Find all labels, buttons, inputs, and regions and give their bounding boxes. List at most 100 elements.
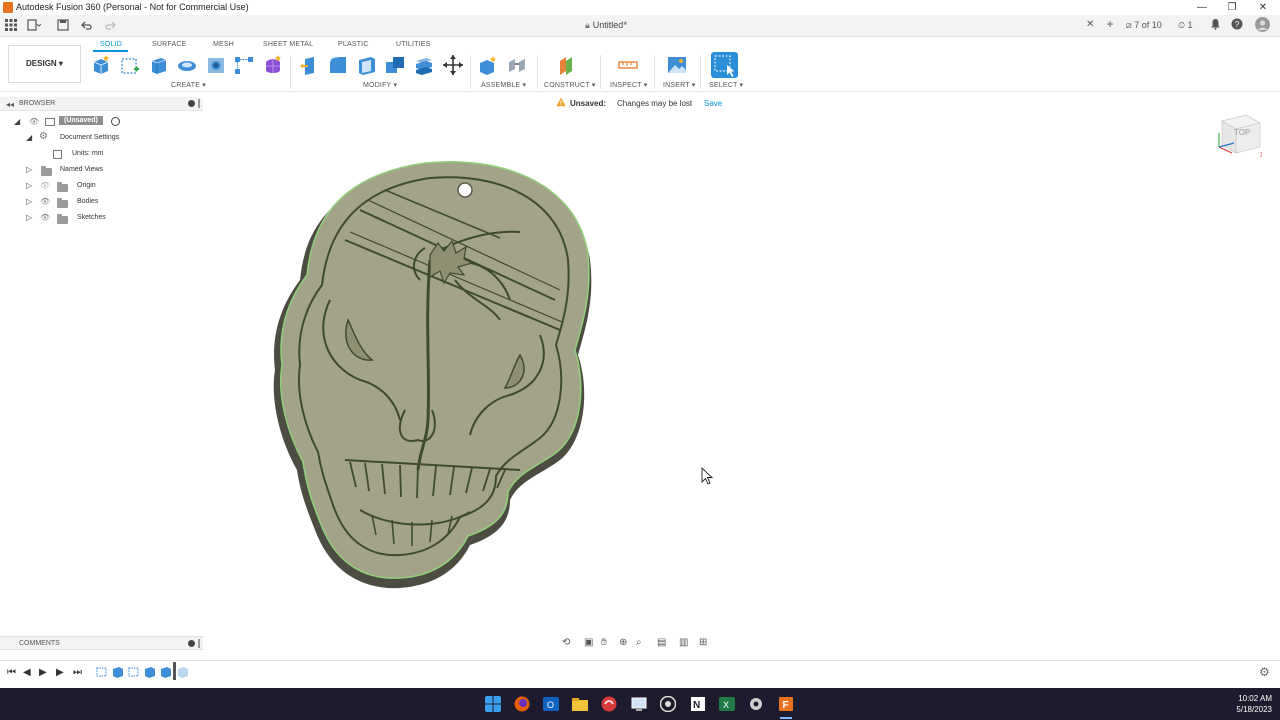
insert-image-icon[interactable] — [666, 54, 688, 76]
help-icon[interactable]: ? — [1231, 18, 1243, 32]
close-tab-icon[interactable]: ✕ — [1086, 19, 1094, 30]
timeline-start-icon[interactable]: ⏮︎ — [7, 667, 16, 678]
notepad-icon[interactable]: N — [690, 696, 706, 712]
expand-triangle-icon[interactable]: ◢ — [14, 118, 22, 126]
timeline-end-icon[interactable]: ⏭︎ — [73, 667, 82, 678]
expand-triangle-icon[interactable]: ◢ — [26, 134, 34, 142]
save-icon[interactable] — [56, 19, 70, 33]
timeline-settings-gear-icon[interactable]: ⚙ — [1259, 665, 1270, 679]
viewports-icon[interactable]: ⊞ — [699, 637, 707, 648]
app-red-circle-icon[interactable] — [601, 696, 617, 712]
hidden-eye-icon[interactable]: 👁︎ — [40, 182, 50, 190]
extrude-icon[interactable] — [147, 54, 169, 76]
pan-hand-icon[interactable]: ✋︎ — [601, 637, 607, 648]
tab-plastic[interactable]: PLASTIC — [338, 41, 369, 48]
remote-desktop-icon[interactable] — [631, 696, 647, 712]
view-cube[interactable]: X TOP — [1216, 113, 1265, 159]
document-tab[interactable]: 🔒︎ Untitled* — [585, 20, 627, 31]
canvas-viewport[interactable] — [204, 112, 1280, 632]
move-copy-icon[interactable] — [442, 54, 464, 76]
grid-settings-icon[interactable]: ▥ — [679, 637, 688, 648]
timeline-marker[interactable] — [173, 662, 176, 680]
joint-icon[interactable] — [506, 54, 528, 76]
orbit-icon[interactable]: ⟲ — [562, 637, 570, 648]
browser-pin-icon[interactable] — [188, 100, 195, 107]
visibility-eye-icon[interactable]: 👁︎ — [40, 214, 50, 222]
combine-icon[interactable] — [384, 54, 406, 76]
browser-item-named-views[interactable]: ▷ Named Views — [0, 163, 203, 177]
system-clock[interactable]: 10:02 AM 5/18/2023 — [1236, 693, 1272, 715]
maximize-button[interactable]: ❐ — [1217, 0, 1247, 15]
shell-icon[interactable] — [356, 54, 378, 76]
browser-item-units[interactable]: Units: mm — [0, 147, 203, 161]
timeline-sketch-feature-icon[interactable] — [128, 666, 140, 678]
browser-item-document-settings[interactable]: ◢ ⚙ Document Settings — [0, 131, 203, 145]
undo-icon[interactable] — [79, 19, 93, 33]
visibility-eye-icon[interactable]: 👁︎ — [29, 118, 39, 126]
tab-sheet-metal[interactable]: SHEET METAL — [263, 41, 313, 48]
notifications[interactable]: ⏲ 1 — [1178, 20, 1193, 31]
visibility-eye-icon[interactable]: 👁︎ — [40, 198, 50, 206]
offset-plane-icon[interactable] — [557, 54, 579, 76]
settings-gear-app-icon[interactable] — [748, 696, 764, 712]
inspect-menu[interactable]: INSPECT ▾ — [610, 81, 647, 89]
fillet-icon[interactable] — [327, 54, 349, 76]
modify-menu[interactable]: MODIFY ▾ — [363, 81, 397, 89]
zoom-icon[interactable]: ⊕ — [619, 637, 627, 648]
construct-menu[interactable]: CONSTRUCT ▾ — [544, 81, 595, 89]
chrome-icon[interactable] — [660, 696, 676, 712]
browser-root-row[interactable]: ◢ 👁︎ (Unsaved) — [0, 115, 203, 129]
new-component-assemble-icon[interactable] — [477, 54, 499, 76]
fit-zoom-icon[interactable]: ⌕ — [636, 637, 642, 648]
comments-add-icon[interactable] — [188, 640, 195, 647]
activate-radio-icon[interactable] — [111, 117, 120, 126]
bell-icon[interactable] — [1210, 18, 1221, 32]
tab-surface[interactable]: SURFACE — [152, 41, 186, 48]
collapsed-triangle-icon[interactable]: ▷ — [26, 166, 34, 174]
collapsed-triangle-icon[interactable]: ▷ — [26, 214, 34, 222]
timeline-extrude-feature-icon[interactable] — [144, 666, 156, 678]
panel-resize-handle[interactable] — [198, 639, 200, 648]
tab-utilities[interactable]: UTILITIES — [396, 41, 430, 48]
browser-item-origin[interactable]: ▷ 👁︎ Origin — [0, 179, 203, 193]
hole-icon[interactable] — [205, 54, 227, 76]
timeline-extrude-feature-icon[interactable] — [160, 666, 172, 678]
collapsed-triangle-icon[interactable]: ▷ — [26, 198, 34, 206]
panel-resize-handle[interactable] — [198, 99, 200, 108]
excel-icon[interactable]: X — [719, 696, 735, 712]
user-avatar[interactable] — [1255, 17, 1270, 34]
outlook-icon[interactable]: O — [543, 696, 559, 712]
select-icon[interactable] — [711, 52, 738, 78]
create-sketch-icon[interactable] — [119, 54, 141, 76]
windows-start-icon[interactable] — [485, 696, 501, 712]
press-pull-icon[interactable] — [298, 54, 320, 76]
insert-menu[interactable]: INSERT ▾ — [663, 81, 695, 89]
browser-item-sketches[interactable]: ▷ 👁︎ Sketches — [0, 211, 203, 225]
fusion-taskbar-icon[interactable]: F — [778, 696, 794, 712]
collapse-panel-icon[interactable]: ◂◂ — [6, 100, 14, 109]
close-window-button[interactable]: ✕ — [1248, 0, 1278, 15]
timeline-next-icon[interactable]: ▶︎ — [56, 667, 64, 678]
timeline-suppressed-feature-icon[interactable] — [177, 666, 189, 678]
assemble-menu[interactable]: ASSEMBLE ▾ — [481, 81, 526, 89]
measure-icon[interactable] — [617, 54, 639, 76]
split-body-icon[interactable] — [413, 54, 435, 76]
new-component-icon[interactable] — [90, 54, 112, 76]
file-explorer-icon[interactable] — [572, 696, 588, 712]
timeline-sketch-feature-icon[interactable] — [96, 666, 108, 678]
minimize-button[interactable]: — — [1187, 0, 1217, 15]
new-tab-icon[interactable]: + — [1103, 17, 1117, 31]
pattern-icon[interactable] — [233, 54, 255, 76]
app-grid-icon[interactable] — [4, 19, 18, 33]
browser-item-bodies[interactable]: ▷ 👁︎ Bodies — [0, 195, 203, 209]
look-at-icon[interactable]: ▣ — [584, 637, 593, 648]
select-menu[interactable]: SELECT ▾ — [709, 81, 743, 89]
job-status[interactable]: ⧄ 7 of 10 — [1126, 20, 1162, 31]
timeline-play-icon[interactable]: ▶ — [39, 667, 47, 678]
revolve-icon[interactable] — [176, 54, 198, 76]
create-menu[interactable]: CREATE ▾ — [171, 81, 206, 89]
skull-keychain-model[interactable] — [204, 112, 1280, 632]
display-settings-icon[interactable]: ▤ — [657, 637, 666, 648]
tab-solid[interactable]: SOLID — [100, 41, 122, 48]
redo-icon[interactable] — [104, 19, 118, 33]
